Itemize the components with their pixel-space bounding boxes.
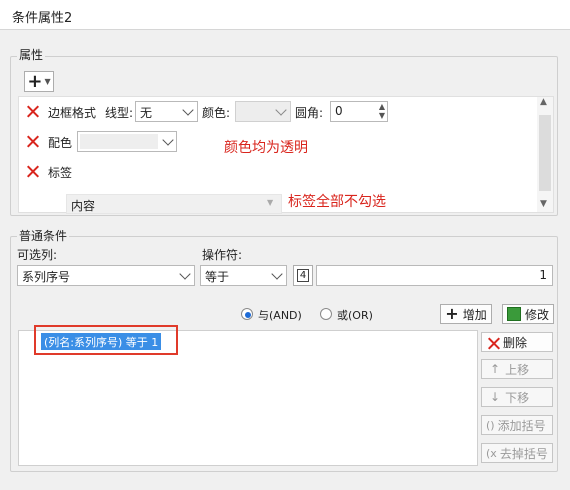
remove-label-icon[interactable] bbox=[25, 164, 40, 179]
column-select[interactable]: 系列序号 bbox=[17, 265, 195, 286]
remove-parenthesis-icon: (x bbox=[486, 446, 497, 460]
add-condition-button[interactable]: + 增加 bbox=[440, 304, 492, 324]
move-down-button[interactable]: ↓ 下移 bbox=[481, 387, 553, 407]
spin-up-icon[interactable]: ▲ bbox=[379, 102, 385, 111]
remove-color-scheme-icon[interactable] bbox=[25, 134, 40, 149]
color-label: 颜色: bbox=[202, 106, 231, 120]
and-radio[interactable] bbox=[241, 308, 253, 320]
linetype-select[interactable]: 无 bbox=[135, 101, 198, 122]
property-list-scrollbar[interactable]: ▲ ▼ bbox=[537, 97, 553, 212]
delete-icon bbox=[486, 336, 499, 349]
radius-label: 圆角: bbox=[295, 106, 324, 120]
plus-icon: + bbox=[445, 304, 459, 323]
properties-legend: 属性 bbox=[17, 46, 46, 63]
window-title: 条件属性2 bbox=[12, 11, 73, 26]
linetype-value: 无 bbox=[140, 106, 153, 120]
arrow-down-icon: ↓ bbox=[490, 390, 501, 404]
chevron-down-icon bbox=[271, 268, 283, 280]
modify-condition-button[interactable]: 修改 bbox=[502, 304, 554, 324]
modify-icon bbox=[506, 307, 521, 321]
add-parenthesis-button[interactable]: () 添加括号 bbox=[481, 415, 553, 435]
plus-icon: + bbox=[27, 70, 43, 92]
move-down-label: 下移 bbox=[505, 390, 530, 405]
color-scheme-select[interactable] bbox=[77, 131, 177, 152]
scroll-up-icon[interactable]: ▲ bbox=[540, 97, 547, 107]
add-condition-label: 增加 bbox=[462, 307, 487, 322]
remove-parenthesis-button[interactable]: (x 去掉括号 bbox=[481, 443, 553, 463]
operator-value: 等于 bbox=[205, 270, 230, 284]
arrow-up-icon: ↑ bbox=[490, 362, 501, 376]
scroll-down-icon[interactable]: ▼ bbox=[540, 199, 547, 209]
highlight-box bbox=[34, 325, 178, 355]
or-label: 或(OR) bbox=[337, 309, 373, 322]
modify-condition-label: 修改 bbox=[524, 307, 549, 322]
value-type-icon: 4 bbox=[296, 269, 310, 282]
value-text: 1 bbox=[539, 268, 547, 282]
value-input[interactable]: 1 bbox=[316, 265, 553, 286]
scrollbar-thumb[interactable] bbox=[539, 115, 551, 191]
add-parenthesis-label: 添加括号 bbox=[497, 418, 546, 433]
move-up-button[interactable]: ↑ 上移 bbox=[481, 359, 553, 379]
chevron-down-icon bbox=[275, 104, 287, 116]
column-label: 可选列: bbox=[17, 248, 58, 262]
condition-legend: 普通条件 bbox=[17, 227, 70, 244]
labels-unchecked-note: 标签全部不勾选 bbox=[288, 194, 386, 210]
operator-select[interactable]: 等于 bbox=[200, 265, 287, 286]
label-content-select[interactable]: 内容 ▼ bbox=[66, 194, 282, 214]
colors-transparent-note: 颜色均为透明 bbox=[224, 140, 308, 156]
color-swatch bbox=[80, 134, 158, 149]
spin-down-icon[interactable]: ▼ bbox=[379, 111, 385, 120]
remove-border-format-icon[interactable] bbox=[25, 104, 40, 119]
operator-label: 操作符: bbox=[202, 248, 243, 262]
chevron-down-icon bbox=[162, 134, 174, 146]
chevron-down-icon bbox=[179, 268, 191, 280]
add-property-button[interactable]: + ▼ bbox=[24, 71, 54, 92]
parenthesis-icon: () bbox=[486, 418, 495, 432]
linetype-label: 线型: bbox=[105, 106, 134, 120]
radius-spinner[interactable]: 0 ▲ ▼ bbox=[330, 101, 388, 122]
and-radio-dot bbox=[245, 312, 251, 318]
remove-parenthesis-label: 去掉括号 bbox=[499, 446, 548, 461]
column-value: 系列序号 bbox=[22, 270, 71, 284]
dropdown-arrow-icon: ▼ bbox=[44, 77, 51, 86]
title-bar bbox=[0, 0, 570, 30]
delete-label: 删除 bbox=[503, 335, 528, 350]
color-select[interactable] bbox=[235, 101, 291, 122]
radius-value: 0 bbox=[335, 104, 343, 118]
color-scheme-label: 配色 bbox=[48, 136, 73, 150]
dropdown-arrow-icon: ▼ bbox=[267, 198, 274, 207]
or-radio[interactable] bbox=[320, 308, 332, 320]
label-label: 标签 bbox=[48, 166, 73, 180]
border-format-label: 边框格式 bbox=[48, 106, 97, 120]
and-label: 与(AND) bbox=[258, 309, 302, 322]
move-up-label: 上移 bbox=[505, 362, 530, 377]
chevron-down-icon bbox=[182, 104, 194, 116]
delete-button[interactable]: 删除 bbox=[481, 332, 553, 352]
value-type-button[interactable]: 4 bbox=[293, 265, 313, 286]
label-content-value: 内容 bbox=[71, 199, 96, 213]
